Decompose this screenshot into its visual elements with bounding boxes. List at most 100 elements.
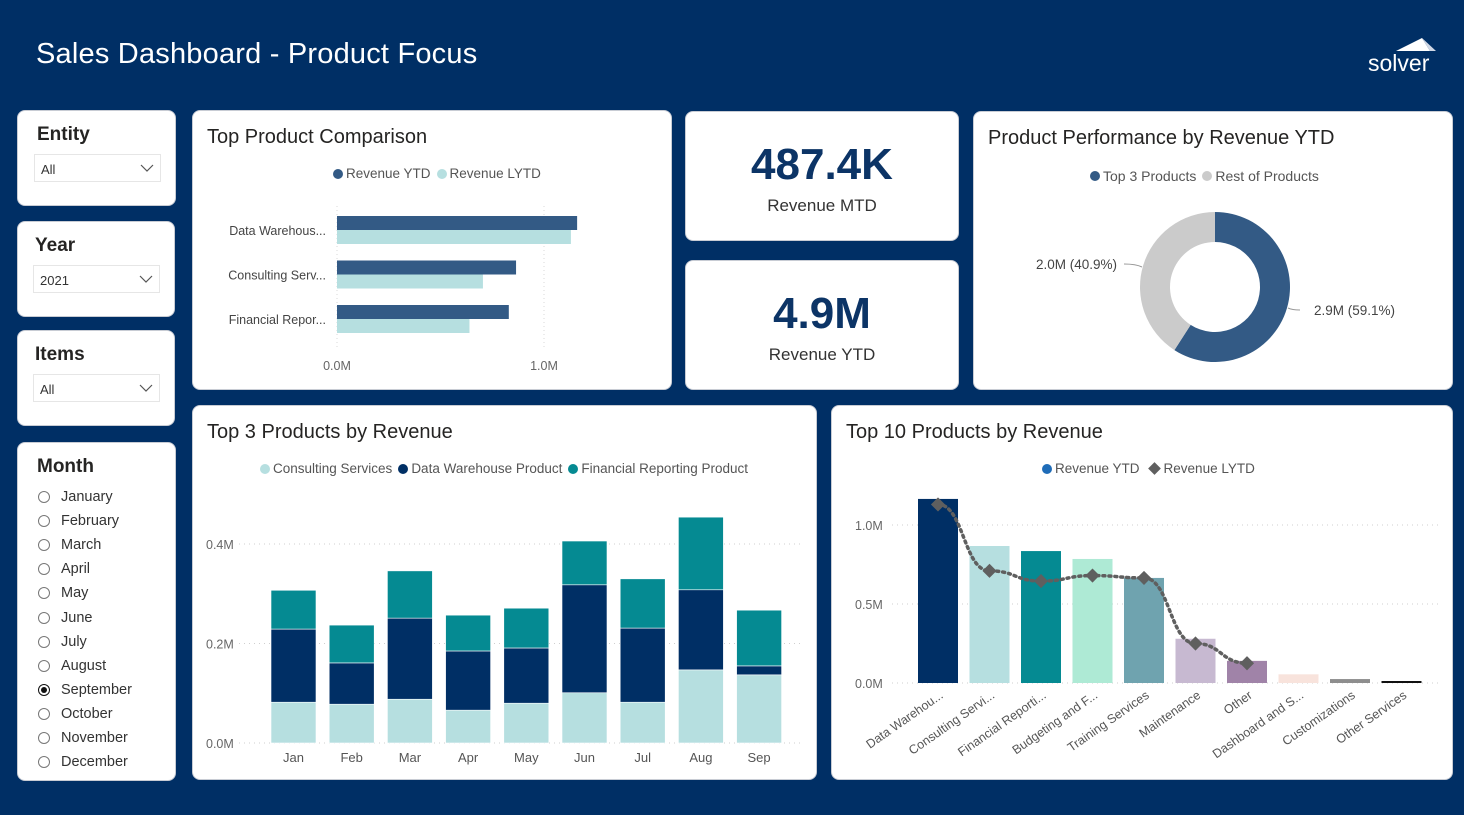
entity-dropdown[interactable]: All <box>34 154 161 182</box>
revenue-ytd-value: 4.9M <box>773 289 871 338</box>
data-label: 2.0M (40.9%) <box>1036 257 1117 272</box>
x-tick-label: Dashboard and S... <box>1210 688 1306 761</box>
bar-consulting-services <box>387 698 433 744</box>
revenue-mtd-value: 487.4K <box>751 140 893 189</box>
month-option-september[interactable]: September <box>38 678 132 702</box>
entity-slicer: Entity All <box>17 110 176 206</box>
month-option-december[interactable]: December <box>38 750 132 774</box>
radio-button-icon[interactable] <box>38 563 50 576</box>
top-product-comparison-chart: 0.0M 1.0M Data Warehous... Consulting Serv.… <box>228 206 578 373</box>
bar-data-warehouse-product <box>561 584 608 694</box>
radio-button-icon[interactable] <box>38 659 50 672</box>
bar-consulting-services <box>328 703 375 744</box>
radio-button-icon[interactable] <box>38 731 50 744</box>
bar-data-warehouse-product <box>736 665 782 676</box>
x-tick-label: Budgeting and F... <box>1010 688 1101 757</box>
product-performance-chart: 2.9M (59.1%) 2.0M (40.9%) <box>1036 212 1395 362</box>
leader-line <box>1287 307 1301 311</box>
bar-data-warehouse-product <box>619 627 666 703</box>
bar-consulting-services <box>503 702 550 744</box>
month-option-february[interactable]: February <box>38 509 132 533</box>
radio-button-icon[interactable] <box>38 683 50 696</box>
month-option-november[interactable]: November <box>38 726 132 750</box>
solver-logo: solver <box>1366 36 1442 76</box>
bar-revenue-ytd <box>337 305 509 319</box>
revenue-ytd-label: Revenue YTD <box>768 345 876 364</box>
bar-data-warehouse-product <box>445 650 491 711</box>
y-category-label: Consulting Serv... <box>228 269 326 283</box>
x-tick-label: 1.0M <box>530 359 558 373</box>
x-tick-label: Consulting Servi... <box>906 688 997 758</box>
bar-financial-reporting-product <box>503 607 550 649</box>
bar-consulting-services <box>445 709 491 744</box>
month-option-may[interactable]: May <box>38 581 132 605</box>
items-dropdown[interactable]: All <box>33 374 160 402</box>
bar-data-warehouse-product <box>678 589 724 671</box>
revenue-mtd-card: 487.4K Revenue MTD <box>685 111 959 241</box>
top10-products-chart: 0.0M0.5M1.0MData Warehou...Consulting Se… <box>855 497 1442 761</box>
items-slicer-title: Items <box>35 344 85 365</box>
month-radio-list: January February March April May June July Augu… <box>38 485 132 774</box>
bar-consulting-services <box>619 701 666 744</box>
radio-button-icon[interactable] <box>38 587 50 600</box>
entity-slicer-title: Entity <box>37 124 90 145</box>
y-tick-label: 0.0M <box>206 737 234 751</box>
y-tick-label: 0.4M <box>206 538 234 552</box>
month-option-label: December <box>61 754 128 771</box>
month-option-label: April <box>61 561 91 578</box>
bar-financial-reporting-product <box>328 624 375 664</box>
month-option-october[interactable]: October <box>38 702 132 726</box>
month-option-label: November <box>61 729 128 746</box>
bar-data-warehouse-product <box>387 617 433 700</box>
y-tick-label: 1.0M <box>855 519 883 533</box>
bar-data-warehouse-product <box>270 628 317 703</box>
bar-data-warehouse-product <box>503 647 550 704</box>
chevron-down-icon <box>139 384 153 392</box>
product-performance-card: Product Performance by Revenue YTD Top 3… <box>973 111 1453 390</box>
month-option-label: October <box>61 705 113 722</box>
bar-financial-reporting-product <box>270 589 317 630</box>
month-option-label: July <box>61 633 87 650</box>
revenue-mtd-label: Revenue MTD <box>767 196 877 215</box>
chevron-down-icon <box>140 164 154 172</box>
month-option-march[interactable]: March <box>38 533 132 557</box>
x-tick-label: Mar <box>399 750 422 765</box>
month-option-april[interactable]: April <box>38 557 132 581</box>
bar-revenue-ytd <box>337 216 578 230</box>
month-slicer: Month January February March April May June Ju… <box>17 442 176 781</box>
x-tick-label: 0.0M <box>323 359 351 373</box>
items-slicer: Items All <box>17 330 175 426</box>
bar-financial-reporting-product <box>736 609 782 667</box>
radio-button-icon[interactable] <box>38 515 50 528</box>
x-tick-label: Aug <box>689 750 712 765</box>
chevron-down-icon <box>139 275 153 283</box>
y-tick-label: 0.5M <box>855 598 883 612</box>
month-option-label: March <box>61 537 102 554</box>
month-option-august[interactable]: August <box>38 654 132 678</box>
top-product-comparison-card: Top Product Comparison Revenue YTD Reven… <box>192 110 672 390</box>
radio-button-icon[interactable] <box>38 756 50 769</box>
radio-button-icon[interactable] <box>38 707 50 720</box>
bar-revenue-ytd <box>1330 679 1370 683</box>
month-option-january[interactable]: January <box>38 485 132 509</box>
month-option-june[interactable]: June <box>38 605 132 629</box>
top3-products-chart: 0.0M 0.2M 0.4M Jan Feb Mar Apr May Jun Jul Aug Sep <box>206 516 803 765</box>
top10-products-card: Top 10 Products by Revenue Revenue YTD R… <box>831 405 1453 780</box>
data-label: 2.9M (59.1%) <box>1314 303 1395 318</box>
month-option-label: August <box>61 657 107 674</box>
year-dropdown[interactable]: 2021 <box>33 265 160 293</box>
month-option-july[interactable]: July <box>38 630 132 654</box>
radio-button-icon[interactable] <box>38 491 50 504</box>
month-option-label: September <box>61 681 132 698</box>
bar-revenue-lytd <box>337 274 483 289</box>
revenue-ytd-card: 4.9M Revenue YTD <box>685 260 959 390</box>
entity-dropdown-value: All <box>41 162 56 177</box>
radio-button-icon[interactable] <box>38 611 50 624</box>
x-tick-label: May <box>514 750 539 765</box>
bar-financial-reporting-product <box>387 570 433 619</box>
radio-button-icon[interactable] <box>38 539 50 552</box>
donut-slice-rest-of-products <box>1140 212 1215 351</box>
radio-button-icon[interactable] <box>38 635 50 648</box>
x-tick-label: Financial Reporti... <box>955 688 1048 759</box>
y-tick-label: 0.0M <box>855 677 883 691</box>
